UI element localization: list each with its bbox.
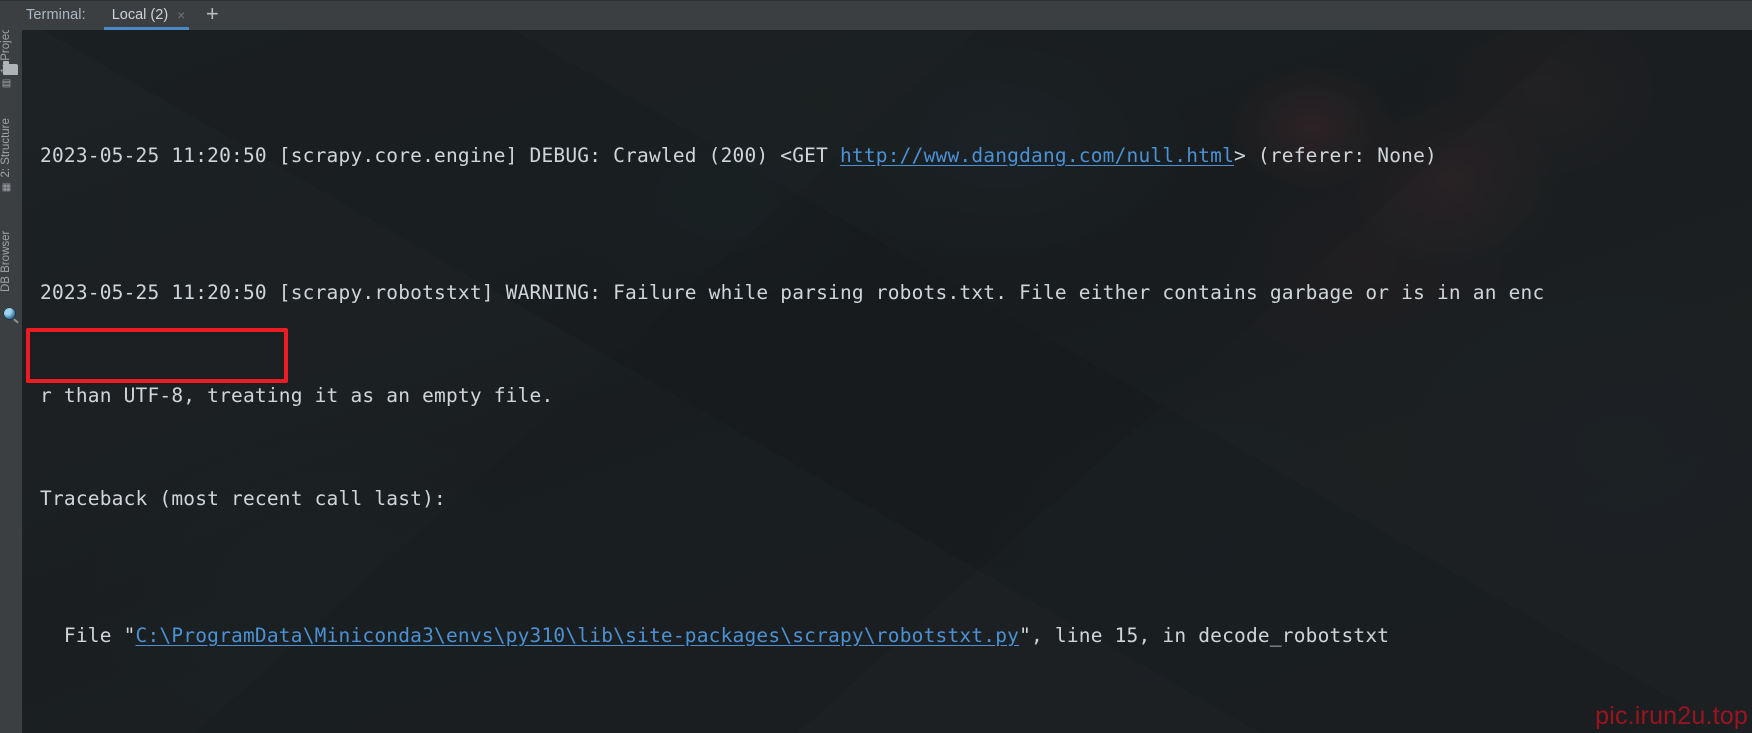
project-folder-icon: ▤: [1, 77, 11, 89]
log-line: File "C:\ProgramData\Miniconda3\envs\py3…: [40, 619, 1752, 653]
url-link[interactable]: http://www.dangdang.com/null.html: [840, 144, 1234, 167]
terminal-tab-local-2[interactable]: Local (2) ×: [98, 0, 196, 30]
main-body: ▤ 1: Project ▦ 2: Structure DB Browser 2…: [0, 30, 1752, 733]
sidebar-item-label: DB Browser: [0, 230, 12, 292]
terminal-output-panel[interactable]: 2023-05-25 11:20:50 [scrapy.core.engine]…: [22, 30, 1752, 733]
watermark: pic.irun2u.top: [1595, 702, 1748, 730]
terminal-tabbar: Terminal: Local (2) × +: [0, 0, 1752, 30]
terminal-tab-label: Local (2): [111, 7, 169, 23]
log-line: 2023-05-25 11:20:50 [scrapy.core.engine]…: [40, 139, 1752, 173]
tabbar-top-divider: [0, 0, 1752, 1]
close-icon[interactable]: ×: [177, 8, 185, 22]
sidebar-item-db-browser[interactable]: DB Browser: [0, 231, 12, 292]
sidebar-item-structure[interactable]: ▦ 2: Structure: [0, 118, 12, 193]
terminal-panel-label: Terminal:: [26, 7, 86, 23]
structure-icon: ▦: [1, 181, 11, 193]
sidebar-item-label: 2: Structure: [0, 118, 12, 178]
log-text: > (referer: None): [1234, 143, 1437, 167]
database-icon: [3, 307, 16, 320]
log-line: 2023-05-25 11:20:50 [scrapy.robotstxt] W…: [40, 281, 1545, 305]
log-text: 2023-05-25 11:20:50 [scrapy.core.engine]…: [40, 143, 840, 167]
file-path-link[interactable]: C:\ProgramData\Miniconda3\envs\py310\lib…: [136, 624, 1020, 647]
log-text: ", line 15, in decode_robotstxt: [1019, 624, 1390, 648]
ide-window: Terminal: Local (2) × + ▤ 1: Project ▦ 2…: [0, 0, 1752, 733]
plus-icon[interactable]: +: [195, 0, 229, 30]
log-line: Traceback (most recent call last):: [40, 486, 446, 510]
folder-icon: [3, 61, 18, 75]
terminal-text-area[interactable]: 2023-05-25 11:20:50 [scrapy.core.engine]…: [22, 30, 1752, 733]
log-line: r than UTF-8, treating it as an empty fi…: [40, 383, 554, 407]
tool-window-strip: ▤ 1: Project ▦ 2: Structure DB Browser: [0, 30, 22, 733]
log-text: File ": [40, 624, 136, 648]
